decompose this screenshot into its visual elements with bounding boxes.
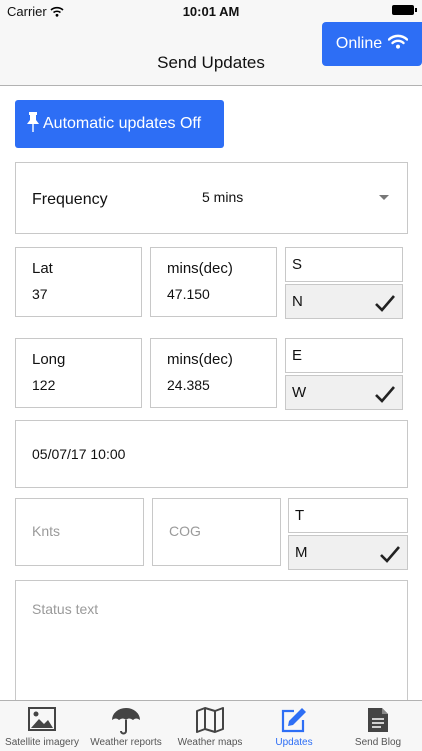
frequency-select[interactable]: Frequency 5 mins: [15, 162, 408, 234]
option-label: M: [295, 544, 308, 561]
latitude-degrees-field[interactable]: Lat 37: [15, 247, 142, 317]
status-text-placeholder: Status text: [32, 601, 99, 617]
tab-weather-reports[interactable]: Weather reports: [84, 701, 168, 751]
edit-icon: [252, 707, 336, 733]
image-icon: [0, 707, 84, 731]
tab-updates[interactable]: Updates: [252, 701, 336, 751]
course-true-option[interactable]: T: [288, 498, 408, 533]
option-label: E: [292, 347, 303, 364]
hemisphere-north-option[interactable]: N: [285, 284, 403, 319]
course-magnetic-option[interactable]: M: [288, 535, 408, 570]
navigation-bar: Send Updates Online: [0, 22, 422, 86]
longitude-label: Long: [32, 351, 66, 368]
status-text-area[interactable]: Status text: [15, 580, 408, 705]
latitude-label: Lat: [32, 260, 53, 277]
chevron-down-icon: [379, 195, 389, 200]
option-label: W: [292, 384, 307, 401]
battery-icon: [392, 5, 417, 15]
online-label: Online: [335, 35, 383, 52]
latitude-degrees-value: 37: [32, 286, 48, 302]
tab-label: Weather reports: [90, 737, 162, 748]
longitude-degrees-value: 122: [32, 377, 56, 393]
document-icon: [336, 707, 420, 733]
speed-placeholder: Knts: [32, 523, 61, 539]
tab-bar: Satellite imagery Weather reports Weathe…: [0, 700, 422, 751]
option-label: T: [295, 507, 305, 524]
frequency-label: Frequency: [32, 191, 108, 208]
tab-label: Send Blog: [354, 737, 402, 748]
datetime-field[interactable]: 05/07/17 10:00: [15, 420, 408, 488]
hemisphere-south-option[interactable]: S: [285, 247, 403, 282]
course-placeholder: COG: [169, 523, 201, 539]
map-icon: [168, 707, 252, 733]
latitude-minutes-field[interactable]: mins(dec) 47.150: [150, 247, 277, 317]
hemisphere-east-option[interactable]: E: [285, 338, 403, 373]
course-input[interactable]: COG: [152, 498, 281, 566]
hemisphere-west-option[interactable]: W: [285, 375, 403, 410]
longitude-degrees-field[interactable]: Long 122: [15, 338, 142, 408]
umbrella-icon: [84, 707, 168, 735]
latitude-minutes-label: mins(dec): [167, 260, 233, 277]
tab-label: Weather maps: [177, 737, 243, 748]
latitude-minutes-value: 47.150: [167, 286, 210, 302]
wifi-icon: [387, 34, 409, 54]
frequency-value: 5 mins: [202, 189, 244, 205]
option-label: N: [292, 293, 303, 310]
datetime-value: 05/07/17 10:00: [32, 446, 126, 462]
longitude-minutes-field[interactable]: mins(dec) 24.385: [150, 338, 277, 408]
checkmark-icon: [374, 383, 396, 416]
tab-send-blog[interactable]: Send Blog: [336, 701, 420, 751]
tab-satellite-imagery[interactable]: Satellite imagery: [0, 701, 84, 751]
online-button[interactable]: Online: [322, 22, 422, 66]
option-label: S: [292, 256, 303, 273]
longitude-minutes-value: 24.385: [167, 377, 210, 393]
clock: 10:01 AM: [182, 4, 240, 19]
tab-weather-maps[interactable]: Weather maps: [168, 701, 252, 751]
tab-label: Updates: [275, 737, 313, 748]
speed-input[interactable]: Knts: [15, 498, 144, 566]
checkmark-icon: [379, 543, 401, 576]
longitude-minutes-label: mins(dec): [167, 351, 233, 368]
status-bar: Carrier 10:01 AM: [0, 0, 422, 22]
automatic-updates-label: Automatic updates Off: [43, 115, 202, 132]
checkmark-icon: [374, 292, 396, 325]
tab-label: Satellite imagery: [5, 737, 79, 748]
pin-icon: [27, 111, 39, 137]
automatic-updates-button[interactable]: Automatic updates Off: [15, 100, 224, 148]
